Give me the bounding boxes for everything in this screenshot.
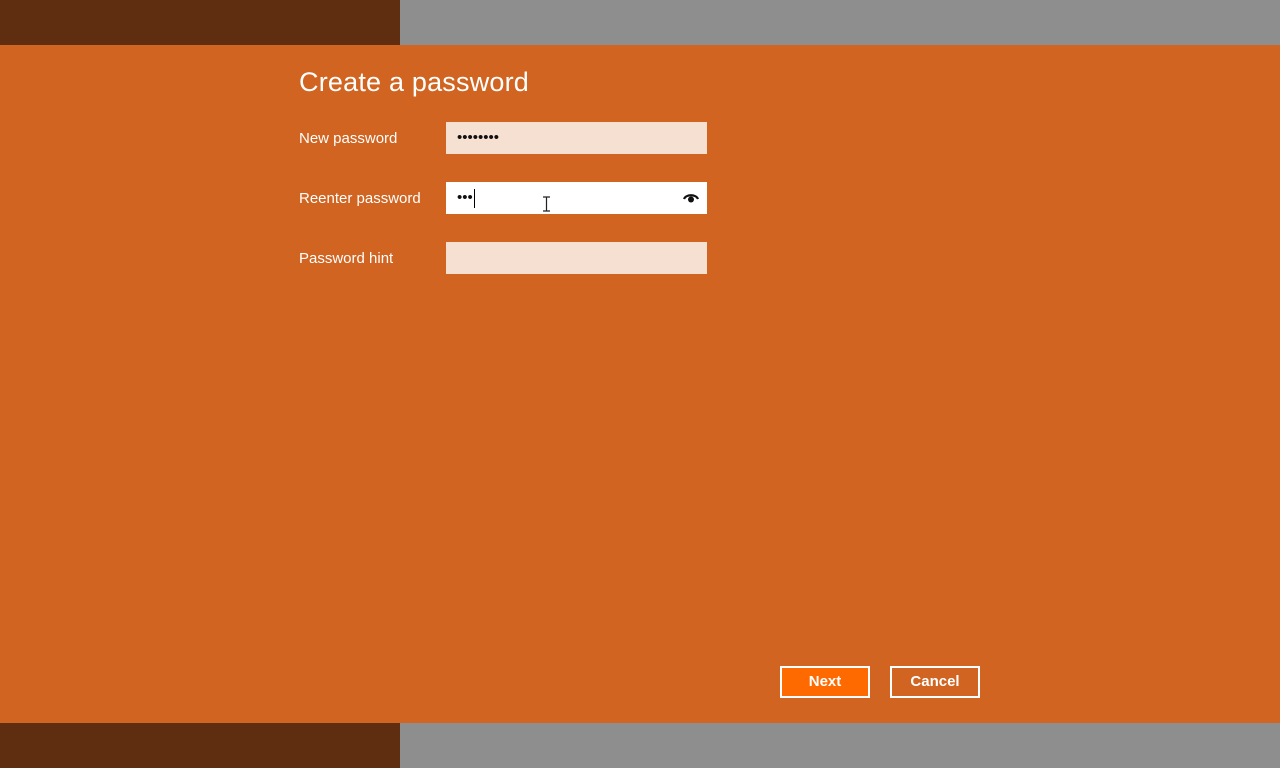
new-password-field[interactable]: •••••••• [446,122,707,154]
new-password-label: New password [299,130,398,147]
page-title: Create a password [299,67,530,97]
reenter-password-label: Reenter password [299,190,421,207]
create-password-dialog: Create a password New password •••••••• … [0,45,1280,723]
background-strip-top [0,0,400,45]
reenter-password-field[interactable]: ••• [446,182,707,214]
reenter-password-value-wrap: ••• [457,188,475,208]
eye-icon[interactable] [683,191,699,205]
password-hint-label: Password hint [299,250,394,267]
background-strip-bottom [0,723,400,768]
new-password-value: •••••••• [457,129,500,146]
password-hint-field[interactable] [446,242,707,274]
cancel-button[interactable]: Cancel [890,666,980,698]
next-button[interactable]: Next [780,666,870,698]
screen: Create a password New password •••••••• … [0,0,1280,768]
text-caret [473,188,475,208]
ibeam-cursor-icon [543,196,550,212]
reenter-password-value: ••• [457,189,473,206]
